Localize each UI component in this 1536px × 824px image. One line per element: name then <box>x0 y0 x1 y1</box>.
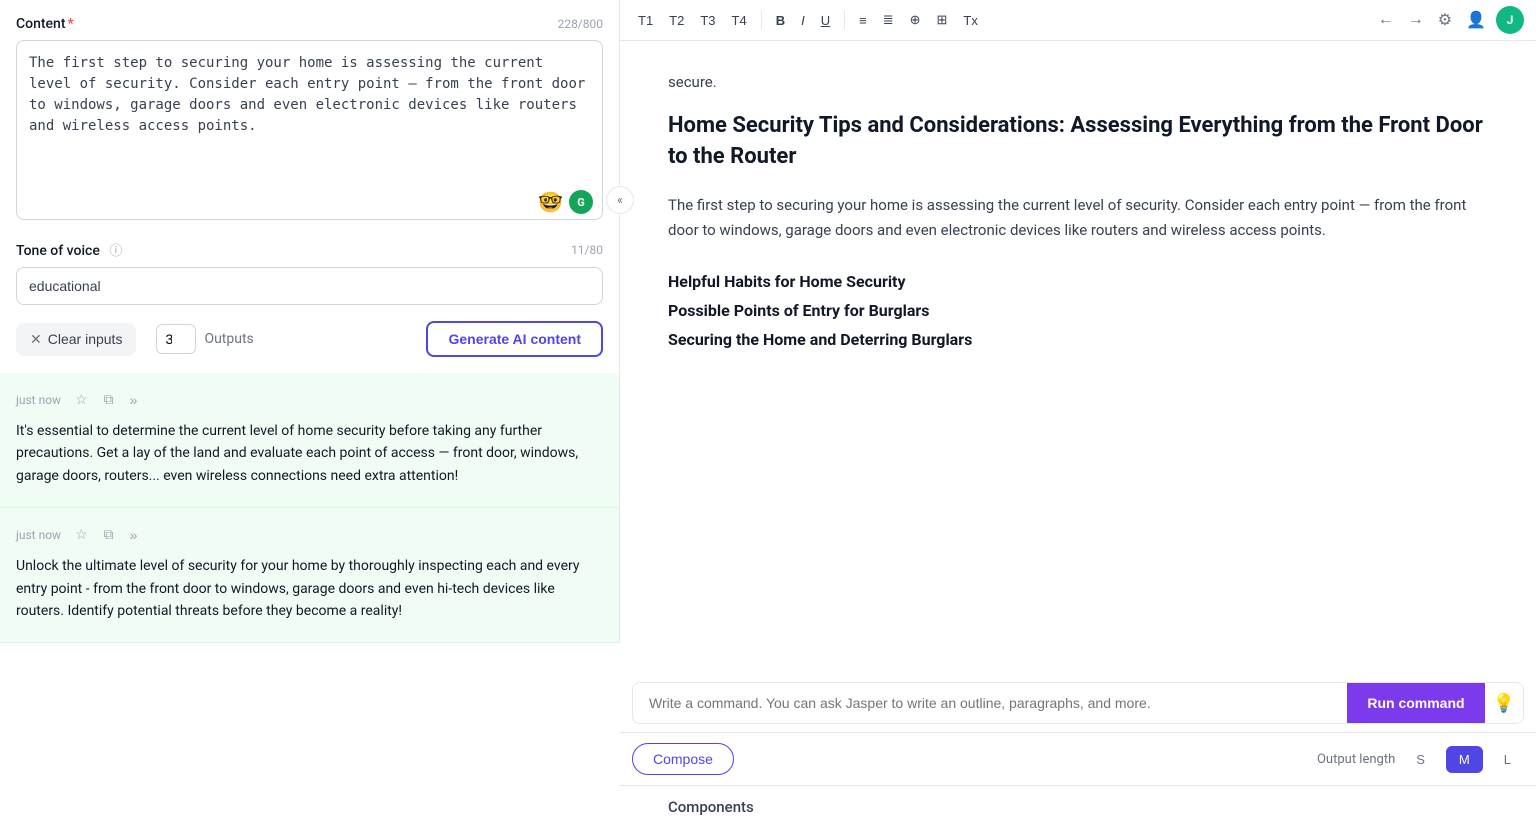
content-field-header: Content* 228/800 <box>16 16 603 32</box>
subheading-1: Helpful Habits for Home Security <box>668 272 1488 291</box>
output-text-2: Unlock the ultimate level of security fo… <box>16 555 603 622</box>
components-label: Components <box>620 786 1536 824</box>
toolbar-font-family[interactable]: T1 <box>632 9 659 32</box>
tone-info-icon: ⓘ <box>109 244 122 259</box>
toolbar-font-size-1[interactable]: T2 <box>663 9 690 32</box>
output-length-label: Output length <box>1317 752 1395 767</box>
output-time-1: just now <box>16 393 61 407</box>
content-textarea[interactable]: The first step to securing your home is … <box>16 40 603 220</box>
toolbar-list-2[interactable]: ≣ <box>877 8 900 32</box>
close-icon: ✕ <box>30 331 42 348</box>
action-bar: ✕ Clear inputs Outputs Generate AI conte… <box>0 305 619 373</box>
output-meta-1: just now ☆ ⧉ » <box>16 389 603 410</box>
lightbulb-icon[interactable]: 💡 <box>1485 685 1523 722</box>
forward-button-1[interactable]: » <box>126 390 142 410</box>
content-textarea-wrapper: The first step to securing your home is … <box>16 40 603 224</box>
panel-collapse-toggle[interactable]: « <box>606 186 634 214</box>
outputs-label: Outputs <box>204 331 253 347</box>
length-m-button[interactable]: M <box>1446 746 1483 773</box>
command-bar: Run command 💡 <box>632 682 1524 724</box>
toolbar-list-1[interactable]: ≡ <box>853 9 873 32</box>
tone-field-header: Tone of voice ⓘ 11/80 <box>16 240 603 259</box>
editor-content[interactable]: secure. Home Security Tips and Considera… <box>620 41 1536 682</box>
textarea-icons: 🤓 G <box>538 190 593 214</box>
tone-input[interactable] <box>16 267 603 305</box>
star-button-1[interactable]: ☆ <box>71 389 92 410</box>
tone-section: Tone of voice ⓘ 11/80 <box>0 224 619 305</box>
command-input[interactable] <box>633 683 1347 723</box>
outputs-count-input[interactable] <box>156 324 196 354</box>
output-length-group: Output length S M L <box>1317 746 1524 773</box>
components-section: Components <box>620 785 1536 824</box>
output-actions-1: ☆ ⧉ » <box>71 389 141 410</box>
article-intro: secure. <box>668 73 1488 91</box>
toolbar-table[interactable]: ⊞ <box>931 8 954 32</box>
toolbar-divider-1 <box>761 11 762 29</box>
compose-button[interactable]: Compose <box>632 743 734 775</box>
left-panel: Content* 228/800 The first step to secur… <box>0 0 620 643</box>
outputs-control: Outputs <box>156 324 253 354</box>
copy-button-2[interactable]: ⧉ <box>100 524 118 545</box>
toolbar-user[interactable]: 👤 <box>1462 6 1490 34</box>
generate-ai-content-button[interactable]: Generate AI content <box>426 321 603 357</box>
toolbar-divider-2 <box>844 11 845 29</box>
outputs-container: just now ☆ ⧉ » It's essential to determi… <box>0 373 619 643</box>
run-command-button[interactable]: Run command <box>1347 683 1484 723</box>
bottom-bar: Compose Output length S M L <box>620 732 1536 785</box>
toolbar-bold[interactable]: B <box>770 9 791 32</box>
toolbar-font-size-2[interactable]: T3 <box>694 9 721 32</box>
grammarly-icon[interactable]: G <box>569 190 593 214</box>
article-title: Home Security Tips and Considerations: A… <box>668 111 1488 173</box>
toolbar-underline[interactable]: U <box>815 9 836 32</box>
emoji-icon[interactable]: 🤓 <box>538 190 563 214</box>
output-meta-2: just now ☆ ⧉ » <box>16 524 603 545</box>
article-body: The first step to securing your home is … <box>668 193 1488 244</box>
content-section: Content* 228/800 The first step to secur… <box>0 0 619 224</box>
copy-button-1[interactable]: ⧉ <box>100 389 118 410</box>
right-panel: T1 T2 T3 T4 B I U ≡ ≣ ⊕ ⊞ Tx ← → ⚙ 👤 J s… <box>620 0 1536 824</box>
tone-char-count: 11/80 <box>571 243 603 257</box>
length-s-button[interactable]: S <box>1403 746 1438 773</box>
output-text-1: It's essential to determine the current … <box>16 420 603 487</box>
output-item-1: just now ☆ ⧉ » It's essential to determi… <box>0 373 619 508</box>
forward-button-2[interactable]: » <box>126 525 142 545</box>
length-l-button[interactable]: L <box>1491 746 1524 773</box>
output-actions-2: ☆ ⧉ » <box>71 524 141 545</box>
editor-toolbar: T1 T2 T3 T4 B I U ≡ ≣ ⊕ ⊞ Tx ← → ⚙ 👤 J <box>620 0 1536 41</box>
toolbar-redo[interactable]: → <box>1404 7 1428 33</box>
output-time-2: just now <box>16 528 61 542</box>
content-label: Content* <box>16 16 74 32</box>
subheading-3: Securing the Home and Deterring Burglars <box>668 330 1488 349</box>
toolbar-italic[interactable]: I <box>795 9 811 32</box>
tone-label: Tone of voice ⓘ <box>16 240 122 259</box>
star-button-2[interactable]: ☆ <box>71 524 92 545</box>
content-char-count: 228/800 <box>558 17 603 31</box>
user-avatar: J <box>1496 6 1524 34</box>
toolbar-link[interactable]: ⊕ <box>904 8 927 32</box>
article-subheadings: Helpful Habits for Home Security Possibl… <box>668 272 1488 349</box>
toolbar-settings[interactable]: ⚙ <box>1434 6 1456 34</box>
toolbar-font-size-3[interactable]: T4 <box>726 9 753 32</box>
toolbar-undo[interactable]: ← <box>1374 7 1398 33</box>
toolbar-clear-format[interactable]: Tx <box>957 9 983 32</box>
clear-inputs-button[interactable]: ✕ Clear inputs <box>16 323 136 356</box>
output-item-2: just now ☆ ⧉ » Unlock the ultimate level… <box>0 508 619 643</box>
subheading-2: Possible Points of Entry for Burglars <box>668 301 1488 320</box>
toolbar-right: ← → ⚙ 👤 J <box>1374 6 1524 34</box>
